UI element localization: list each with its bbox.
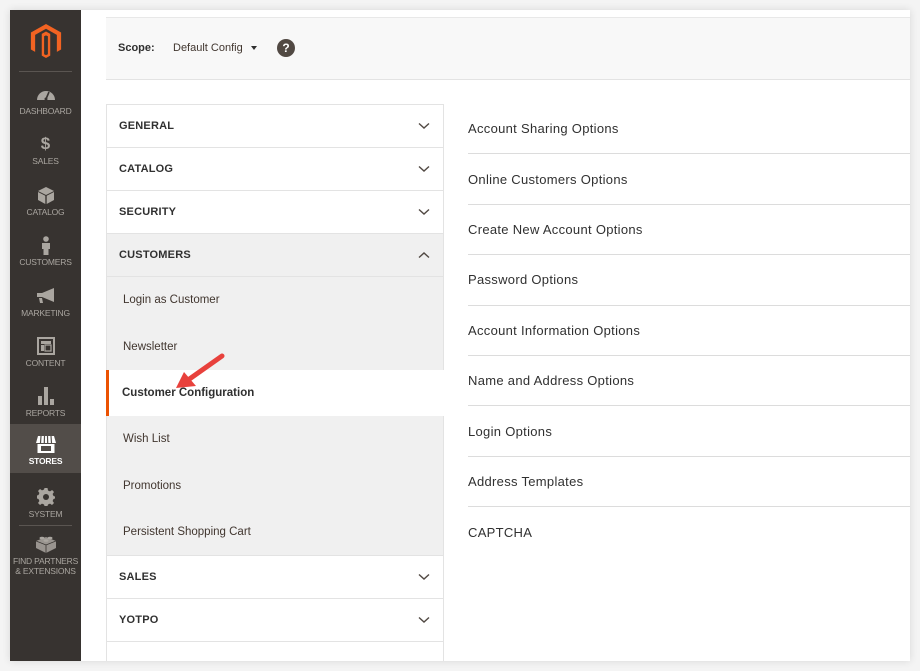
- section-address-templates[interactable]: Address Templates: [468, 457, 910, 508]
- lego-brick-icon: [35, 534, 57, 554]
- nav-label: REPORTS: [25, 408, 66, 418]
- bar-chart-icon: [35, 386, 57, 406]
- section-account-sharing-options[interactable]: Account Sharing Options: [468, 104, 910, 155]
- tab-yotpo[interactable]: YOTPO: [107, 599, 443, 643]
- dashboard-icon: [35, 84, 57, 104]
- tab-title: GENERAL: [119, 120, 175, 132]
- subitem-newsletter[interactable]: Newsletter: [107, 323, 443, 369]
- nav-label: SALES: [32, 156, 59, 166]
- nav-item-dashboard[interactable]: DASHBOARD: [10, 78, 81, 128]
- customers-subitems: Login as Customer Newsletter Customer Co…: [106, 277, 444, 557]
- subitem-persistent-shopping-cart[interactable]: Persistent Shopping Cart: [107, 509, 443, 555]
- nav-label: CONTENT: [25, 358, 66, 368]
- magento-logo[interactable]: [30, 24, 62, 58]
- section-create-new-account-options[interactable]: Create New Account Options: [468, 205, 910, 256]
- nav-divider: [19, 71, 72, 72]
- section-password-options[interactable]: Password Options: [468, 255, 910, 306]
- nav-label: DASHBOARD: [19, 106, 72, 116]
- nav-label: FIND PARTNERS & EXTENSIONS: [12, 556, 79, 576]
- chevron-down-icon: [418, 574, 430, 581]
- nav-item-stores[interactable]: STORES: [10, 424, 81, 473]
- section-account-information-options[interactable]: Account Information Options: [468, 306, 910, 356]
- nav-divider: [19, 525, 72, 526]
- subitem-wish-list[interactable]: Wish List: [107, 416, 443, 462]
- section-online-customers-options[interactable]: Online Customers Options: [468, 154, 910, 205]
- tab-customers[interactable]: CUSTOMERS: [107, 234, 443, 277]
- subitem-login-as-customer[interactable]: Login as Customer: [107, 277, 443, 323]
- tab-catalog[interactable]: CATALOG: [107, 148, 443, 191]
- tab-title: CUSTOMERS: [119, 249, 191, 261]
- tab-title: CATALOG: [119, 163, 174, 175]
- person-icon: [35, 235, 57, 255]
- nav-label: CATALOG: [26, 207, 65, 217]
- section-name-and-address-options[interactable]: Name and Address Options: [468, 356, 910, 407]
- nav-item-system[interactable]: SYSTEM: [10, 481, 81, 531]
- nav-label: MARKETING: [21, 308, 70, 318]
- tab-title: SALES: [119, 571, 157, 584]
- subitem-promotions[interactable]: Promotions: [107, 463, 443, 509]
- scope-label: Scope:: [118, 42, 155, 54]
- storefront-icon: [35, 434, 57, 454]
- nav-item-find-partners[interactable]: FIND PARTNERS & EXTENSIONS: [10, 528, 81, 580]
- scope-dropdown[interactable]: Default Config: [173, 42, 257, 54]
- config-tabs: GENERAL CATALOG SECURITY CUSTOMERS Login…: [106, 104, 444, 661]
- tab-general[interactable]: GENERAL: [107, 105, 443, 148]
- screenshot-frame: DASHBOARD $ SALES CATALOG CUSTOMERS MARK…: [10, 10, 910, 661]
- nav-item-sales[interactable]: $ SALES: [10, 128, 81, 178]
- box-icon: [35, 185, 57, 205]
- caret-down-icon: [250, 46, 257, 50]
- tab-title: SECURITY: [119, 206, 177, 218]
- chevron-down-icon: [418, 617, 430, 624]
- megaphone-icon: [35, 286, 57, 306]
- nav-item-content[interactable]: CONTENT: [10, 330, 81, 380]
- chevron-down-icon: [418, 165, 430, 172]
- section-login-options[interactable]: Login Options: [468, 406, 910, 457]
- admin-sidebar: DASHBOARD $ SALES CATALOG CUSTOMERS MARK…: [10, 10, 81, 661]
- tab-security[interactable]: SECURITY: [107, 191, 443, 234]
- nav-item-customers[interactable]: CUSTOMERS: [10, 229, 81, 279]
- nav-item-reports[interactable]: REPORTS: [10, 380, 81, 430]
- chevron-down-icon: [418, 208, 430, 215]
- nav-label: CUSTOMERS: [19, 257, 72, 267]
- gear-icon: [35, 487, 57, 507]
- nav-item-marketing[interactable]: MARKETING: [10, 280, 81, 330]
- nav-label: SYSTEM: [28, 509, 63, 519]
- layout-icon: [35, 336, 57, 356]
- chevron-down-icon: [418, 122, 430, 129]
- help-icon[interactable]: ?: [277, 39, 295, 57]
- nav-label: STORES: [28, 456, 63, 466]
- config-sections: Account Sharing Options Online Customers…: [468, 104, 910, 558]
- dollar-icon: $: [40, 134, 51, 153]
- subitem-customer-configuration[interactable]: Customer Configuration: [106, 369, 444, 417]
- chevron-up-icon: [418, 252, 430, 259]
- scope-switcher-bar: Scope: Default Config ?: [106, 17, 910, 80]
- scope-value: Default Config: [173, 42, 243, 54]
- nav-item-catalog[interactable]: CATALOG: [10, 179, 81, 229]
- tab-sales[interactable]: SALES: [107, 556, 443, 600]
- tab-title: YOTPO: [119, 614, 159, 627]
- section-captcha[interactable]: CAPTCHA: [468, 507, 910, 557]
